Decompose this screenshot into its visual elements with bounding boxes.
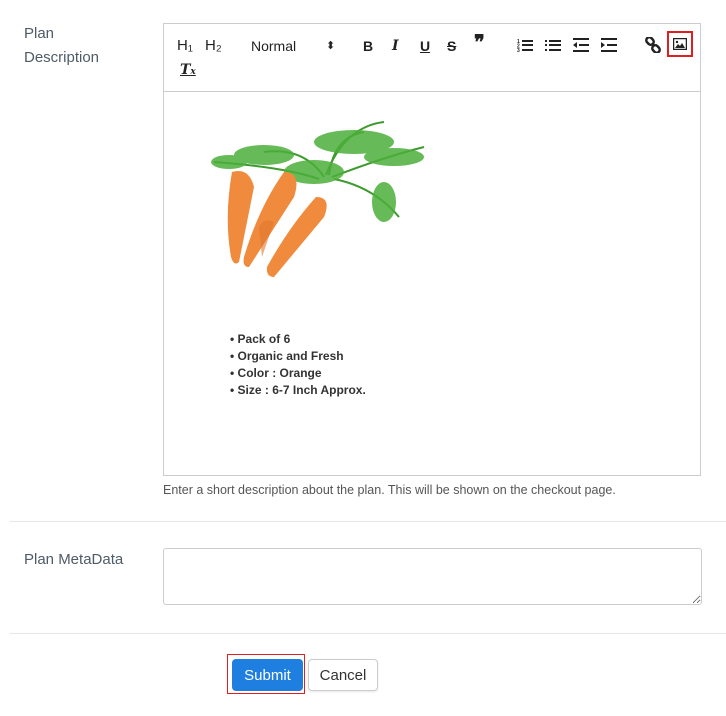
image-button[interactable] — [667, 31, 693, 57]
label-line-1: Plan — [24, 25, 55, 42]
h1-button[interactable]: H₁ — [177, 37, 193, 55]
select-arrows-icon: ⬍ — [326, 40, 336, 52]
bullet-list-button[interactable] — [545, 38, 561, 52]
list-item: Organic and Fresh — [230, 348, 366, 365]
feature-list: Pack of 6 Organic and Fresh Color : Oran… — [230, 331, 366, 399]
submit-button[interactable]: Submit — [232, 659, 303, 691]
underline-button[interactable]: U — [420, 37, 430, 55]
plan-description-label: Plan Description — [24, 22, 99, 70]
image-icon — [673, 38, 687, 50]
editor-toolbar: H₁ H₂ Normal ⬍ B I U S ❞ 123 Tx — [164, 24, 700, 92]
bold-button[interactable]: B — [363, 37, 373, 55]
quote-button[interactable]: ❞ — [474, 33, 485, 53]
list-item: Size : 6-7 Inch Approx. — [230, 382, 366, 399]
h2-button[interactable]: H₂ — [205, 37, 222, 55]
description-help-text: Enter a short description about the plan… — [163, 483, 616, 497]
rich-text-editor: H₁ H₂ Normal ⬍ B I U S ❞ 123 Tx — [163, 23, 701, 476]
list-item: Color : Orange — [230, 365, 366, 382]
divider — [10, 633, 726, 634]
strike-button[interactable]: S — [447, 37, 456, 55]
link-icon — [645, 37, 661, 53]
indent-icon — [601, 38, 617, 52]
italic-button[interactable]: I — [392, 37, 399, 55]
divider — [10, 521, 726, 522]
carrots-image — [211, 121, 425, 277]
label-line-2: Description — [24, 49, 100, 66]
plan-metadata-label: Plan MetaData — [24, 551, 124, 568]
format-select-value: Normal — [251, 38, 297, 54]
clear-x-icon: x — [190, 67, 196, 77]
plan-metadata-input[interactable] — [163, 548, 702, 605]
outdent-icon — [573, 38, 589, 52]
ordered-list-button[interactable]: 123 — [517, 38, 533, 52]
svg-text:3: 3 — [517, 48, 520, 52]
clear-format-button[interactable]: Tx — [180, 61, 196, 81]
indent-button[interactable] — [601, 38, 617, 52]
format-select[interactable]: Normal ⬍ — [251, 37, 335, 55]
list-item: Pack of 6 — [230, 331, 366, 348]
bullet-list-icon — [545, 40, 561, 51]
ordered-list-icon: 123 — [517, 39, 533, 52]
link-button[interactable] — [645, 37, 661, 53]
cancel-button[interactable]: Cancel — [308, 659, 378, 691]
outdent-button[interactable] — [573, 38, 589, 52]
clear-format-label: T — [180, 62, 191, 78]
